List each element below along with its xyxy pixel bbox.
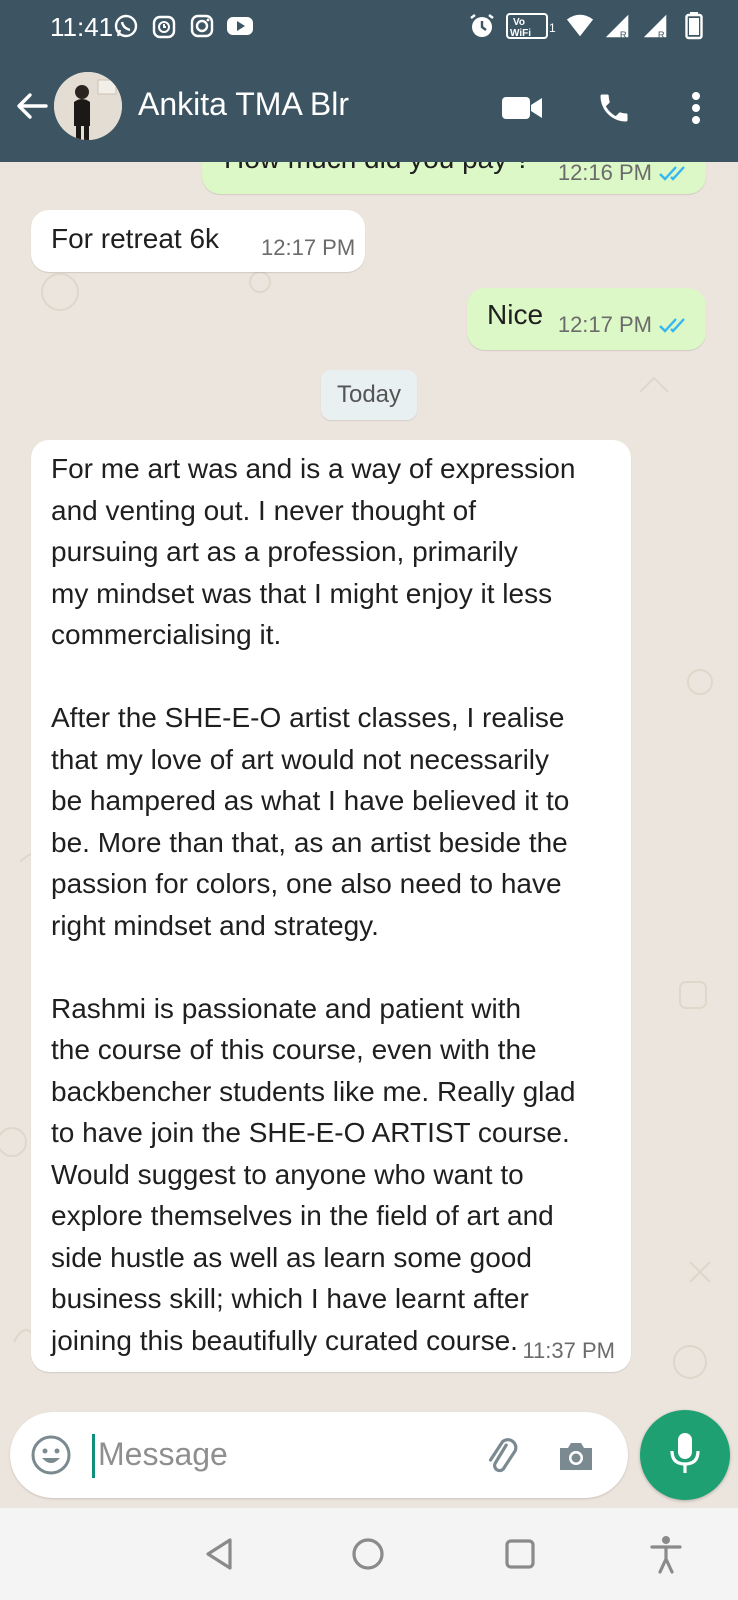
message-time: 12:17 PM [261, 235, 356, 260]
status-time: 11:41 [50, 12, 114, 42]
nav-back-icon[interactable] [200, 1534, 240, 1574]
cell-signal-2-icon: R [642, 12, 670, 40]
text-cursor [92, 1434, 95, 1478]
system-nav-bar [0, 1508, 738, 1600]
emoji-icon[interactable] [30, 1434, 72, 1476]
battery-icon [680, 12, 708, 40]
message-meta: 12:17 PM [558, 312, 692, 338]
voice-record-button[interactable] [640, 1410, 730, 1500]
camera-icon[interactable] [556, 1436, 596, 1476]
cell-signal-1-icon: R [604, 12, 632, 40]
svg-text:1: 1 [549, 21, 556, 35]
message-meta: 12:16 PM [558, 162, 692, 186]
message-input[interactable]: Message [98, 1436, 228, 1473]
avatar[interactable] [54, 72, 122, 140]
date-separator: Today [321, 370, 417, 420]
attach-icon[interactable] [480, 1434, 524, 1478]
status-bar: 11:41 Vo WiFi 1 R R [0, 0, 738, 56]
nav-home-icon[interactable] [348, 1534, 388, 1574]
message-bubble-outgoing[interactable]: Nice 12:17 PM [467, 288, 706, 350]
message-bubble-incoming[interactable]: For me art was and is a way of expressio… [31, 440, 631, 1372]
message-text: How much did you pay ? [224, 162, 531, 180]
message-time: 12:17 PM [557, 312, 652, 337]
message-time: 11:37 PM [522, 1338, 615, 1363]
nav-recents-icon[interactable] [500, 1534, 540, 1574]
contact-name[interactable]: Ankita TMA Blr [138, 86, 349, 123]
message-meta: 12:17 PM [261, 235, 355, 261]
microphone-icon [668, 1431, 702, 1480]
volte-wifi-icon: Vo WiFi 1 [506, 12, 556, 40]
chat-area[interactable]: How much did you pay ? 12:16 PM For retr… [0, 162, 738, 1414]
message-bubble-incoming[interactable]: For retreat 6k 12:17 PM [31, 210, 365, 272]
svg-text:Vo: Vo [513, 17, 525, 28]
message-time: 12:16 PM [557, 162, 652, 185]
message-text: Nice [487, 299, 544, 330]
message-composer[interactable]: Message [10, 1412, 628, 1498]
message-text: For retreat 6k [51, 223, 220, 254]
svg-text:R: R [620, 30, 627, 40]
instagram-icon [188, 12, 216, 40]
voice-call-icon[interactable] [592, 86, 636, 130]
double-check-icon [659, 166, 685, 181]
accessibility-icon[interactable] [646, 1534, 686, 1574]
svg-text:R: R [658, 30, 665, 40]
double-check-icon [659, 318, 685, 333]
wifi-signal-icon [566, 12, 594, 40]
timer-app-icon [150, 12, 178, 40]
youtube-icon [226, 12, 254, 40]
svg-text:WiFi: WiFi [510, 28, 531, 39]
message-text: For me art was and is a way of expressio… [51, 453, 576, 1356]
alarm-icon [468, 12, 496, 40]
video-call-icon[interactable] [500, 86, 544, 130]
more-options-icon[interactable] [674, 86, 718, 130]
message-meta: 11:37 PM [522, 1338, 615, 1364]
whatsapp-icon [112, 12, 140, 40]
message-bubble-outgoing[interactable]: How much did you pay ? 12:16 PM [202, 162, 706, 194]
back-arrow-icon[interactable] [14, 88, 50, 124]
chat-header: Ankita TMA Blr [0, 56, 738, 162]
